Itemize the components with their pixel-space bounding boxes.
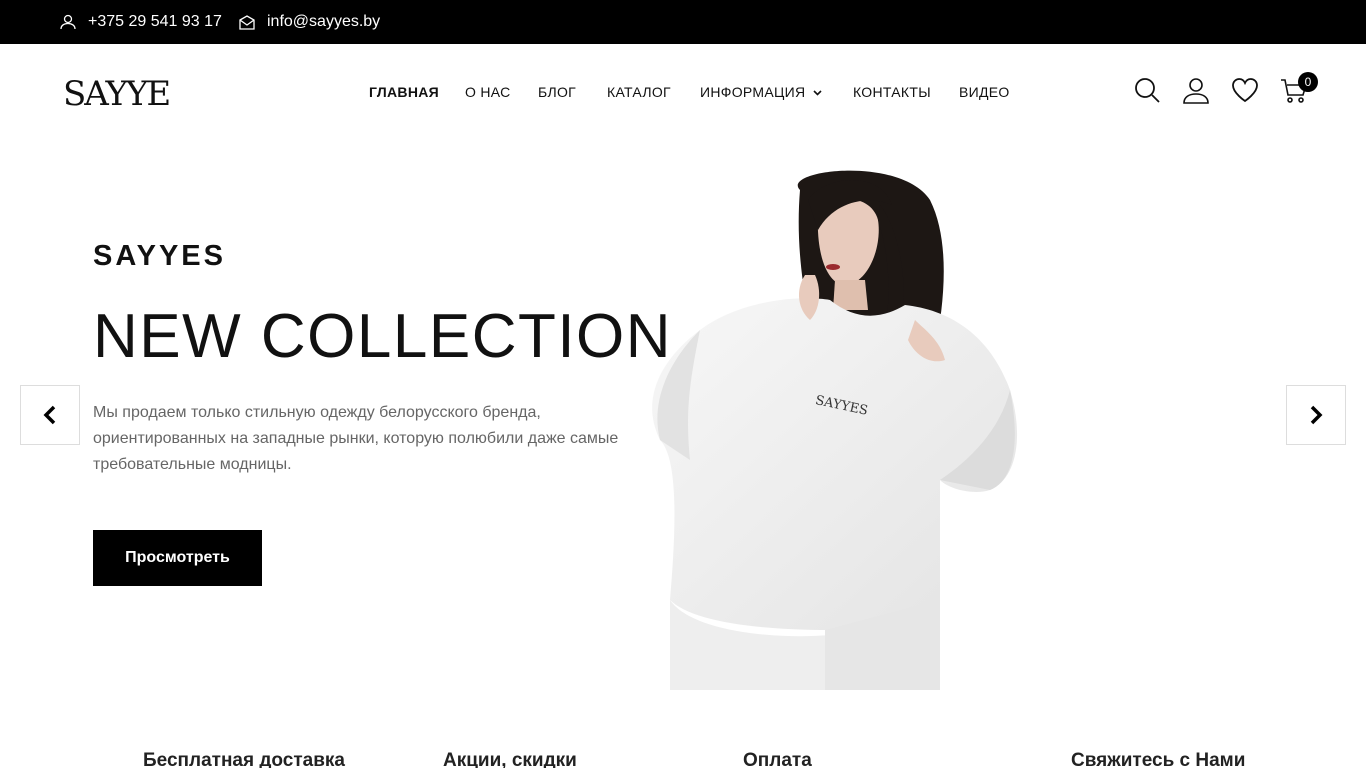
user-icon (60, 14, 76, 30)
search-icon[interactable] (1133, 76, 1161, 104)
nav-item-catalog[interactable]: КАТАЛОГ (607, 84, 671, 100)
hero-title: NEW COLLECTION (93, 302, 673, 371)
feature-payment: Оплата (693, 750, 812, 768)
feature-title: Свяжитесь с Нами (1071, 750, 1246, 768)
slider-prev-button[interactable] (20, 385, 80, 445)
view-button[interactable]: Просмотреть (93, 530, 262, 586)
topbar-phone[interactable]: +375 29 541 93 17 (60, 0, 222, 44)
nav-item-blog[interactable]: БЛОГ (538, 84, 576, 100)
feature-title: Бесплатная доставка (143, 750, 345, 768)
chevron-left-icon (43, 405, 56, 425)
feature-free-delivery: Бесплатная доставка (93, 750, 345, 768)
top-bar: +375 29 541 93 17 info@sayyes.by (0, 0, 1366, 44)
hero-model-image: SAYYES (652, 170, 1018, 690)
nav-item-home[interactable]: ГЛАВНАЯ (369, 84, 439, 100)
nav-item-video[interactable]: ВИДЕО (959, 84, 1010, 100)
phone-icon (1021, 762, 1051, 768)
hero-brand: SAYYES (93, 240, 226, 272)
chevron-right-icon (1310, 405, 1323, 425)
hero-description: Мы продаем только стильную одежду белору… (93, 404, 619, 473)
feature-title: Акции, скидки (443, 750, 577, 768)
card-icon (693, 762, 723, 768)
slider-next-button[interactable] (1286, 385, 1346, 445)
topbar-email[interactable]: info@sayyes.by (239, 0, 380, 44)
nav-item-about[interactable]: О НАС (465, 84, 511, 100)
topbar-email-text: info@sayyes.by (267, 13, 381, 30)
account-icon[interactable] (1182, 76, 1210, 104)
topbar-phone-text: +375 29 541 93 17 (88, 13, 222, 30)
mail-icon (239, 15, 255, 30)
refresh-icon (393, 762, 423, 768)
cart-count-badge: 0 (1298, 72, 1318, 92)
feature-promotions: Акции, скидки (393, 750, 577, 768)
chevron-down-icon (813, 90, 822, 96)
nav-item-info[interactable]: ИНФОРМАЦИЯ (700, 84, 822, 100)
heart-icon[interactable] (1231, 76, 1259, 104)
truck-icon (93, 762, 123, 768)
main-nav: ГЛАВНАЯ О НАС БЛОГ КАТАЛОГ ИНФОРМАЦИЯ КО… (0, 44, 1366, 140)
nav-item-contacts[interactable]: КОНТАКТЫ (853, 84, 931, 100)
feature-title: Оплата (743, 750, 812, 768)
main-header: SAYYES ГЛАВНАЯ О НАС БЛОГ КАТАЛОГ ИНФОРМ… (0, 44, 1366, 140)
nav-item-info-label: ИНФОРМАЦИЯ (700, 84, 806, 100)
feature-contact-us: Свяжитесь с Нами (1021, 750, 1245, 768)
